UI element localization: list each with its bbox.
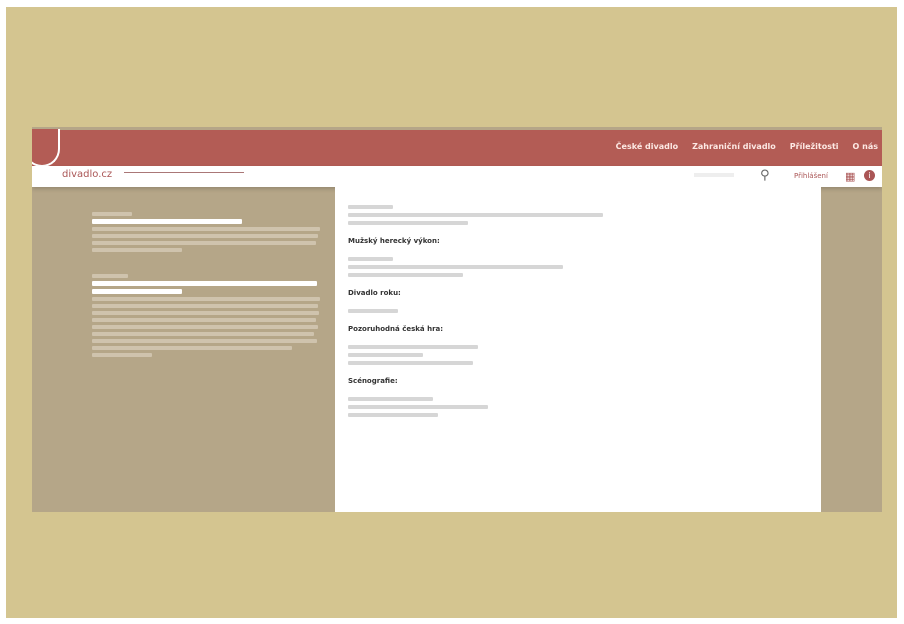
text-line <box>348 205 393 209</box>
text-line <box>348 265 563 269</box>
news-text <box>92 332 314 336</box>
text-line <box>348 309 398 313</box>
search-icon[interactable]: ⚲ <box>760 168 770 183</box>
nav-o-nas[interactable]: O nás <box>853 142 878 151</box>
top-navigation-bar: České divadlo Zahraniční divadlo Příleži… <box>32 129 882 167</box>
search-input[interactable] <box>694 173 734 177</box>
sub-link[interactable] <box>124 172 244 173</box>
article-content: Mužský herecký výkon: Divadlo roku: Pozo… <box>335 187 821 512</box>
main-nav: České divadlo Zahraniční divadlo Příleži… <box>616 142 878 151</box>
news-text <box>92 339 317 343</box>
news-date <box>92 274 128 278</box>
news-text <box>92 234 318 238</box>
news-text <box>92 297 320 301</box>
text-line <box>348 361 473 365</box>
info-icon[interactable]: i <box>864 170 875 181</box>
news-text <box>92 227 320 231</box>
text-line <box>348 221 468 225</box>
text-line <box>348 353 423 357</box>
nav-prilezitosti[interactable]: Příležitosti <box>790 142 839 151</box>
news-title[interactable] <box>92 289 182 294</box>
section-heading: Pozoruhodná česká hra: <box>348 325 444 333</box>
news-text <box>92 241 316 245</box>
news-text <box>92 353 152 357</box>
news-date <box>92 212 132 216</box>
news-item[interactable] <box>92 212 322 252</box>
text-line <box>348 345 478 349</box>
sub-header: divadlo.cz ⚲ Přihlášení ▦ i <box>32 166 882 187</box>
logo-circle[interactable] <box>32 129 60 167</box>
news-title[interactable] <box>92 219 242 224</box>
nav-ceske-divadlo[interactable]: České divadlo <box>616 142 678 151</box>
login-link[interactable]: Přihlášení <box>794 172 828 180</box>
text-line <box>348 257 393 261</box>
news-text <box>92 304 318 308</box>
site-logo[interactable]: divadlo.cz <box>62 169 112 180</box>
news-text <box>92 318 316 322</box>
text-line <box>348 273 463 277</box>
screenshot-frame: České divadlo Zahraniční divadlo Příleži… <box>32 127 882 512</box>
text-line <box>348 413 438 417</box>
section-heading: Mužský herecký výkon: <box>348 237 440 245</box>
nav-zahranicni-divadlo[interactable]: Zahraniční divadlo <box>692 142 776 151</box>
news-sidebar <box>92 209 322 360</box>
news-text <box>92 325 318 329</box>
section-heading: Divadlo roku: <box>348 289 401 297</box>
news-text <box>92 311 319 315</box>
text-line <box>348 397 433 401</box>
section-heading: Scénografie: <box>348 377 398 385</box>
text-line <box>348 405 488 409</box>
news-text <box>92 346 292 350</box>
news-item[interactable] <box>92 274 322 357</box>
news-text <box>92 248 182 252</box>
text-line <box>348 213 603 217</box>
grid-icon[interactable]: ▦ <box>845 170 855 183</box>
news-title[interactable] <box>92 281 317 286</box>
